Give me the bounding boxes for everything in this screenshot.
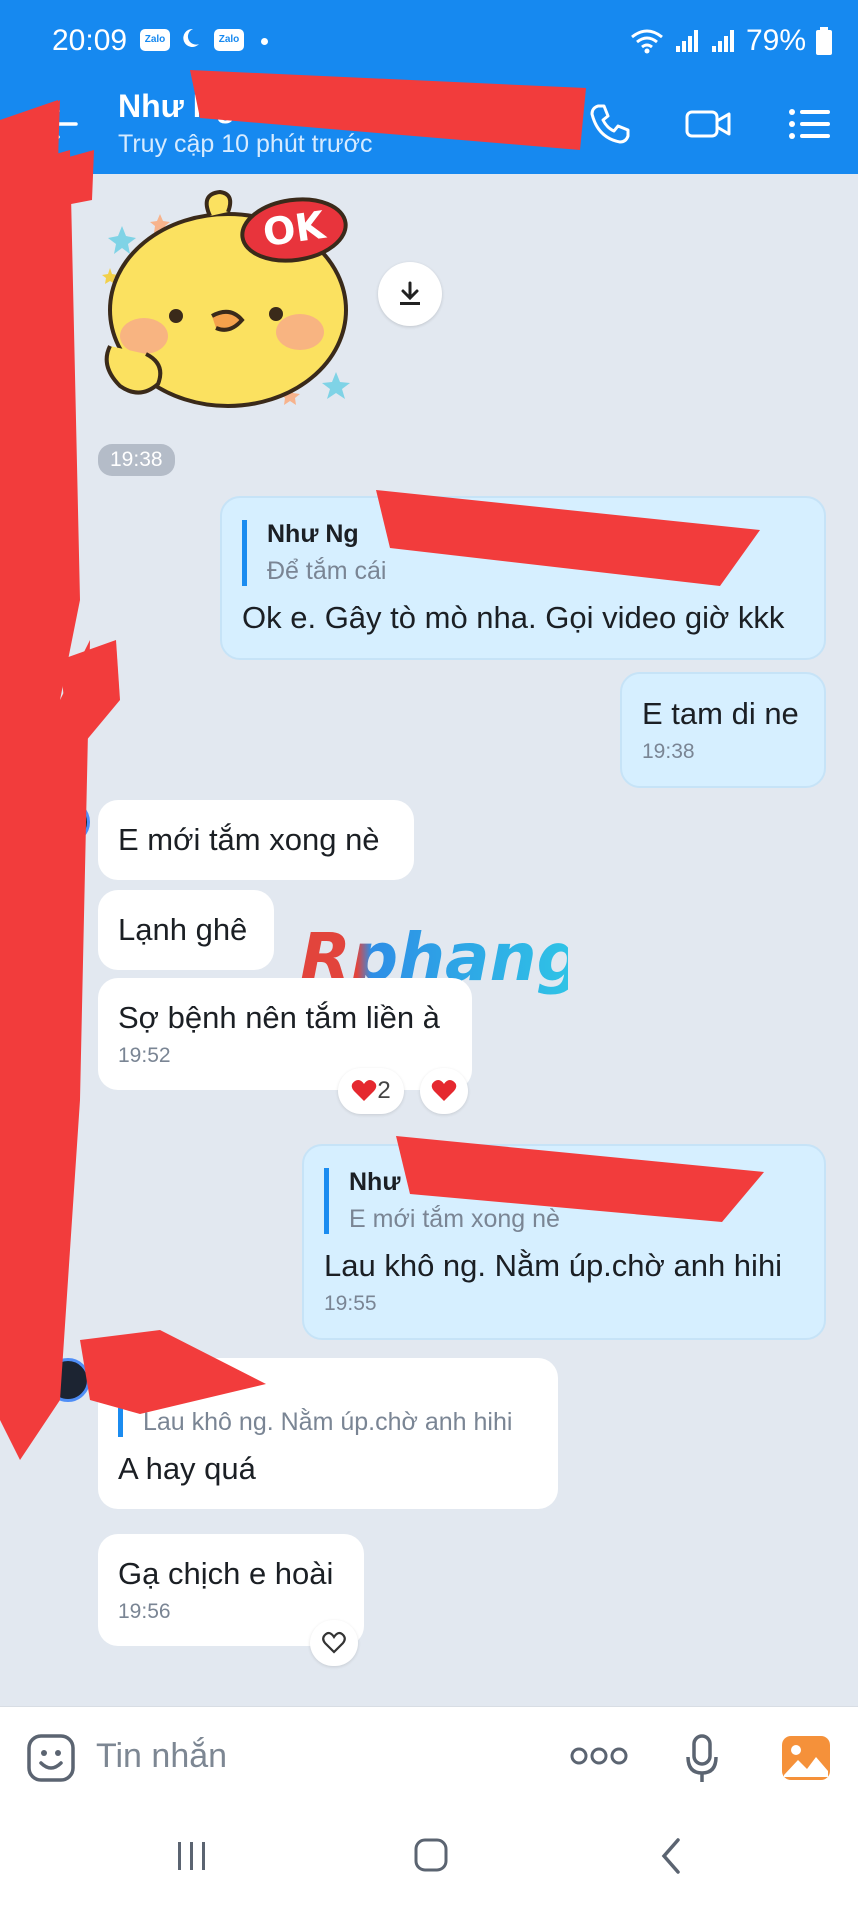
redaction-overlay (0, 70, 764, 1460)
microphone-icon[interactable] (684, 1733, 720, 1785)
home-icon[interactable] (412, 1836, 450, 1874)
back-nav-icon[interactable] (656, 1836, 686, 1876)
message-input-bar: Tin nhắn (0, 1706, 858, 1806)
recent-apps-icon[interactable] (174, 1840, 210, 1872)
sticker-emoji-icon[interactable] (26, 1733, 76, 1783)
more-options-icon[interactable] (570, 1745, 628, 1767)
message-input[interactable]: Tin nhắn (96, 1737, 227, 1776)
gallery-icon[interactable] (780, 1733, 832, 1783)
system-navigation-bar (0, 1806, 858, 1908)
